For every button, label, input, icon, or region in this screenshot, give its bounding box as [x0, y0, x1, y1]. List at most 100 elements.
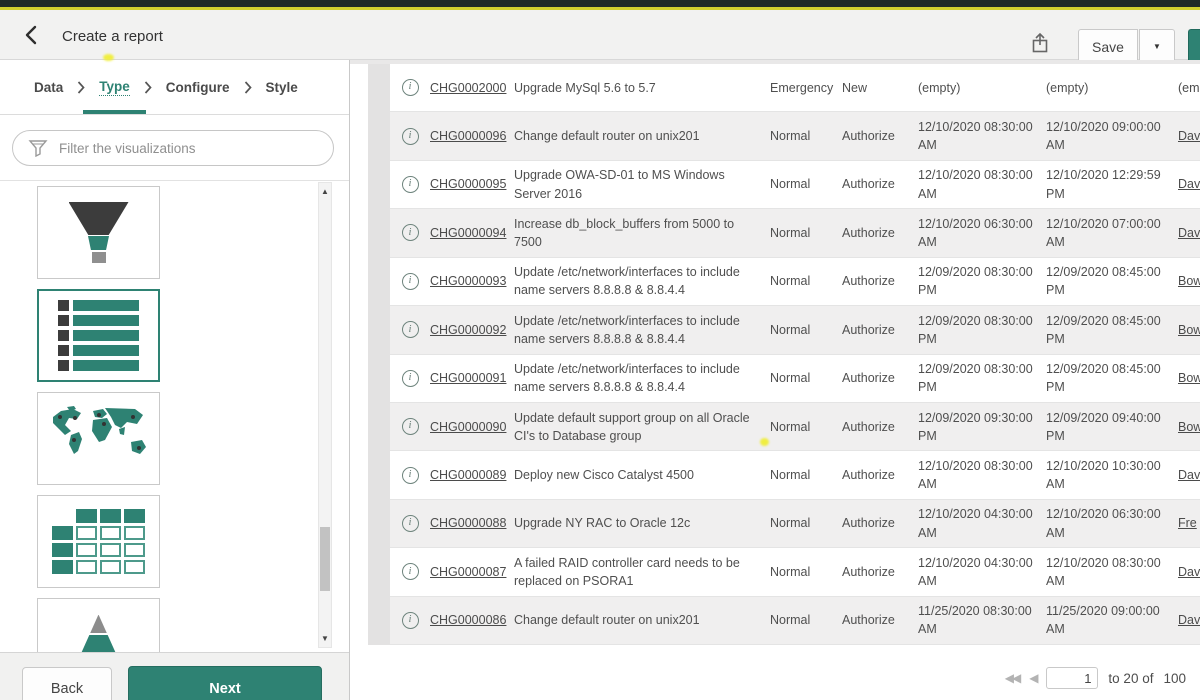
planned-start-date: 12/10/2020 04:30:00 AM [918, 554, 1046, 590]
info-icon[interactable]: i [402, 79, 419, 96]
viz-tile-funnel[interactable] [37, 186, 160, 279]
next-button[interactable]: Next [128, 666, 322, 700]
info-icon[interactable]: i [402, 176, 419, 193]
assigned-to-link[interactable]: Bow [1178, 371, 1200, 385]
scroll-up-icon[interactable]: ▲ [319, 187, 331, 196]
back-button[interactable]: Back [22, 667, 112, 700]
planned-end-date: 12/09/2020 08:45:00 PM [1046, 360, 1178, 396]
record-number-link[interactable]: CHG0000087 [430, 565, 506, 579]
planned-end-date: 12/10/2020 06:30:00 AM [1046, 505, 1178, 541]
visualization-list [0, 180, 350, 652]
short-description: Increase db_block_buffers from 5000 to 7… [514, 215, 770, 251]
share-icon [1030, 42, 1050, 57]
previous-page-icon[interactable]: ◀ [1029, 671, 1036, 685]
create-report-screen: Create a report Save ▼ Data Type Configu… [0, 0, 1200, 700]
share-button[interactable] [1028, 32, 1052, 56]
priority: Normal [770, 369, 842, 387]
short-description: Change default router on unix201 [514, 611, 770, 629]
records-preview: i CHG0002000 Upgrade MySql 5.6 to 5.7 Em… [350, 60, 1200, 700]
wizard-step-type[interactable]: Type [93, 60, 136, 114]
state: Authorize [842, 175, 918, 193]
pagination-range-label: to 20 of [1108, 671, 1153, 686]
state: Authorize [842, 369, 918, 387]
viz-scrollbar[interactable]: ▲ ▼ [318, 182, 332, 648]
info-icon[interactable]: i [402, 515, 419, 532]
priority: Normal [770, 514, 842, 532]
record-number-link[interactable]: CHG0000095 [430, 177, 506, 191]
pyramid-chart-icon [56, 615, 142, 653]
record-number-link[interactable]: CHG0000094 [430, 226, 506, 240]
short-description: Upgrade MySql 5.6 to 5.7 [514, 79, 770, 97]
scrollbar-thumb[interactable] [320, 527, 330, 591]
planned-start-date: 12/10/2020 08:30:00 AM [918, 118, 1046, 154]
info-icon[interactable]: i [402, 612, 419, 629]
scroll-down-icon[interactable]: ▼ [319, 634, 331, 643]
pagination-total: 100 [1163, 671, 1186, 686]
info-icon[interactable]: i [402, 370, 419, 387]
record-number-link[interactable]: CHG0002000 [430, 81, 506, 95]
record-number-link[interactable]: CHG0000093 [430, 274, 506, 288]
info-icon[interactable]: i [402, 321, 419, 338]
wizard-step-style[interactable]: Style [260, 60, 304, 114]
filter-visualizations-input[interactable] [12, 130, 334, 166]
wizard-step-configure[interactable]: Configure [160, 60, 236, 114]
assigned-to-link[interactable]: Dav [1178, 226, 1200, 240]
assigned-to-link[interactable]: Bow [1178, 420, 1200, 434]
funnel-chart-icon [69, 202, 129, 263]
planned-start-date: 12/09/2020 09:30:00 PM [918, 409, 1046, 445]
wizard-step-data[interactable]: Data [28, 60, 69, 114]
info-icon[interactable]: i [402, 418, 419, 435]
priority: Normal [770, 418, 842, 436]
assigned-to-link[interactable]: Dav [1178, 468, 1200, 482]
back-chevron-button[interactable] [18, 24, 44, 48]
state: Authorize [842, 514, 918, 532]
info-icon[interactable]: i [402, 467, 419, 484]
short-description: Upgrade NY RAC to Oracle 12c [514, 514, 770, 532]
assigned-to-link[interactable]: Dav [1178, 565, 1200, 579]
assigned-to-link[interactable]: Dav [1178, 129, 1200, 143]
assigned-to-link[interactable]: (empty) [1178, 81, 1200, 95]
viz-tile-pyramid[interactable] [37, 598, 160, 652]
wizard-steps: Data Type Configure Style [0, 60, 349, 115]
planned-start-date: 12/10/2020 06:30:00 AM [918, 215, 1046, 251]
viz-tile-world-map[interactable] [37, 392, 160, 485]
table-row: i CHG0000091 Update /etc/network/interfa… [390, 355, 1200, 403]
first-page-icon[interactable]: ◀◀ [1005, 671, 1019, 685]
chevron-right-icon [77, 81, 85, 94]
viz-tile-heatmap[interactable] [37, 495, 160, 588]
primary-action-button-clipped[interactable] [1188, 29, 1200, 64]
planned-start-date: 12/10/2020 08:30:00 AM [918, 457, 1046, 493]
record-number-link[interactable]: CHG0000092 [430, 323, 506, 337]
record-number-link[interactable]: CHG0000088 [430, 516, 506, 530]
table-row: i CHG0000093 Update /etc/network/interfa… [390, 258, 1200, 306]
record-number-link[interactable]: CHG0000091 [430, 371, 506, 385]
priority: Normal [770, 127, 842, 145]
viz-tile-list[interactable] [37, 289, 160, 382]
assigned-to-link[interactable]: Dav [1178, 613, 1200, 627]
planned-end-date: 11/25/2020 09:00:00 AM [1046, 602, 1178, 638]
priority: Normal [770, 611, 842, 629]
table-row: i CHG0000092 Update /etc/network/interfa… [390, 306, 1200, 354]
info-icon[interactable]: i [402, 128, 419, 145]
short-description: Upgrade OWA-SD-01 to MS Windows Server 2… [514, 166, 770, 202]
short-description: Update /etc/network/interfaces to includ… [514, 312, 770, 348]
priority: Normal [770, 272, 842, 290]
assigned-to-link[interactable]: Bow [1178, 323, 1200, 337]
record-number-link[interactable]: CHG0000089 [430, 468, 506, 482]
short-description: Update default support group on all Orac… [514, 409, 770, 445]
info-icon[interactable]: i [402, 273, 419, 290]
assigned-to-link[interactable]: Bow [1178, 274, 1200, 288]
assigned-to-link[interactable]: Dav [1178, 177, 1200, 191]
assigned-to-link[interactable]: Fre [1178, 516, 1197, 530]
info-icon[interactable]: i [402, 224, 419, 241]
planned-end-date: 12/09/2020 08:45:00 PM [1046, 263, 1178, 299]
state: Authorize [842, 466, 918, 484]
page-number-input[interactable] [1046, 667, 1098, 689]
record-number-link[interactable]: CHG0000086 [430, 613, 506, 627]
save-dropdown-button[interactable]: ▼ [1139, 29, 1175, 64]
record-number-link[interactable]: CHG0000090 [430, 420, 506, 434]
planned-end-date: 12/10/2020 09:00:00 AM [1046, 118, 1178, 154]
info-icon[interactable]: i [402, 563, 419, 580]
save-button[interactable]: Save [1078, 29, 1138, 64]
record-number-link[interactable]: CHG0000096 [430, 129, 506, 143]
